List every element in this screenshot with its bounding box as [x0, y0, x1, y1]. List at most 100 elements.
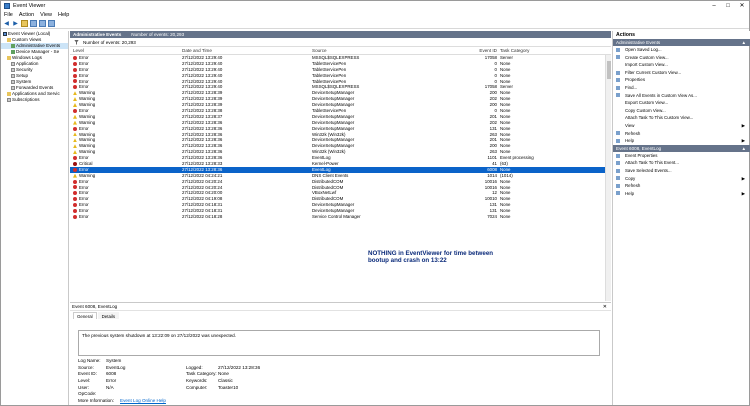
column-event-id[interactable]: Event ID [470, 47, 500, 54]
prop-computer: Toaster10 [218, 384, 239, 390]
tab-details[interactable]: Details [97, 312, 120, 319]
cell-date: 27/12/2022 04:18:28 [182, 214, 223, 220]
computer-icon [3, 31, 7, 36]
center-pane: Administrative Events Number of events: … [70, 31, 611, 405]
prop-event-id: 6008 [106, 371, 117, 377]
tree-item-label: Event Viewer (Local) [8, 31, 51, 36]
folder-icon [7, 55, 11, 60]
action-item[interactable]: Filter Current Custom View... [613, 69, 750, 77]
actions-section-admin-events[interactable]: Administrative Events ▲ [613, 39, 750, 46]
level-text: Error [79, 60, 89, 66]
help-toolbar-icon[interactable] [39, 20, 46, 27]
up-folder-icon[interactable] [21, 20, 28, 27]
actions-pane-icon[interactable] [48, 20, 55, 27]
action-item[interactable]: Attach Task To This Event... [613, 159, 750, 167]
prop-label-event-id: Event ID: [78, 371, 97, 377]
blank-icon [616, 124, 620, 128]
action-item[interactable]: Export Custom View... [613, 99, 750, 107]
action-item[interactable]: View ▶ [613, 122, 750, 130]
collapse-up-icon[interactable]: ▲ [741, 39, 746, 46]
action-item[interactable]: Import Custom View... [613, 61, 750, 69]
prop-opcode [106, 391, 186, 398]
action-item[interactable]: Refresh [613, 130, 750, 138]
warning-icon [73, 150, 77, 155]
warning-icon [73, 102, 77, 107]
filter-icon [616, 70, 620, 75]
maximize-icon[interactable]: □ [721, 1, 735, 11]
level-text: Warning [79, 119, 96, 125]
level-text: Error [79, 155, 89, 161]
tree-item-label: Applications and Servic [12, 91, 60, 96]
menu-action[interactable]: Action [16, 12, 37, 18]
action-item[interactable]: Copy ▶ [613, 175, 750, 183]
level-text: Error [79, 190, 89, 196]
actions-section-event[interactable]: Event 6008, EventLog ▲ [613, 144, 750, 152]
actions-heading: Actions [613, 31, 750, 39]
submenu-arrow-icon: ▶ [741, 175, 745, 181]
action-item[interactable]: Find... [613, 84, 750, 92]
prop-user: N/A [106, 384, 114, 390]
collapse-up-icon[interactable]: ▲ [741, 145, 746, 152]
filter-icon [616, 55, 620, 60]
tab-general[interactable]: General [73, 312, 97, 319]
view-header: Administrative Events Number of events: … [70, 31, 611, 38]
level-text: Error [79, 84, 89, 90]
detail-title-bar: Event 6008, EventLog ✕ [70, 303, 611, 311]
level-text: Error [79, 214, 89, 220]
column-task-category[interactable]: Task Category [500, 47, 595, 54]
cell-source: Service Control Manager [312, 214, 361, 220]
action-item[interactable]: Event Properties [613, 152, 750, 160]
filter-icon [11, 43, 15, 48]
action-label: Open Saved Log... [625, 47, 662, 52]
filter-count: Number of events: 20,293 [83, 39, 136, 45]
filter-icon [11, 49, 15, 54]
action-item[interactable]: Attach Task To This Custom View... [613, 114, 750, 122]
action-item[interactable]: Help ▶ [613, 137, 750, 145]
event-properties: Log Name: System Source: EventLog Logged: 27… [78, 358, 600, 405]
prop-label-task-category: Task Category: [186, 371, 217, 377]
menu-file[interactable]: File [1, 12, 16, 18]
forward-arrow-icon[interactable]: ▶ [12, 20, 19, 27]
detail-close-icon[interactable]: ✕ [603, 303, 607, 311]
table-row[interactable]: Error 27/12/2022 04:18:28 Service Control … [70, 214, 611, 220]
properties-icon [616, 153, 620, 158]
cell-level: Error [70, 214, 182, 220]
event-message: The previous system shutdown at 13:22:09… [78, 330, 600, 356]
action-item[interactable]: Save All Events in Custom View As... [613, 92, 750, 100]
prop-label-logged: Logged: [186, 364, 203, 370]
column-level[interactable]: Level [70, 47, 182, 54]
action-item[interactable]: Help ▶ [613, 190, 750, 198]
menu-view[interactable]: View [37, 12, 55, 18]
minimize-icon[interactable]: – [707, 1, 721, 11]
level-text: Critical [79, 161, 93, 167]
back-arrow-icon[interactable]: ◀ [3, 20, 10, 27]
menu-help[interactable]: Help [55, 12, 72, 18]
show-hide-tree-icon[interactable] [30, 20, 37, 27]
tree-item-label: Application [16, 61, 39, 66]
tree-item[interactable]: Subscriptions [1, 97, 68, 103]
action-item[interactable]: Create Custom View... [613, 54, 750, 62]
toolbar: ◀ ▶ [1, 19, 749, 29]
grid-scrollbar[interactable] [605, 55, 611, 301]
level-text: Error [79, 78, 89, 84]
action-item[interactable]: Properties [613, 76, 750, 84]
column-source[interactable]: Source [312, 47, 470, 54]
blank-icon [616, 63, 620, 67]
action-label: Help [625, 138, 635, 144]
error-icon [73, 167, 77, 172]
action-label: Find... [625, 84, 638, 90]
column-date[interactable]: Date and Time [182, 47, 312, 54]
close-icon[interactable]: ✕ [735, 1, 749, 11]
critical-icon [73, 161, 77, 166]
prop-logged: 27/12/2022 13:28:36 [218, 364, 261, 370]
level-text: Error [79, 108, 89, 114]
action-item[interactable]: Open Saved Log... [613, 46, 750, 54]
error-icon [73, 197, 77, 202]
warning-icon [73, 173, 77, 178]
event-log-online-help-link[interactable]: Event Log Online Help [120, 398, 200, 405]
action-item[interactable]: Copy Custom View... [613, 107, 750, 115]
scroll-thumb[interactable] [607, 61, 611, 79]
action-item[interactable]: Save Selected Events... [613, 167, 750, 175]
action-item[interactable]: Refresh [613, 182, 750, 190]
menu-bar: File Action View Help [1, 11, 749, 19]
